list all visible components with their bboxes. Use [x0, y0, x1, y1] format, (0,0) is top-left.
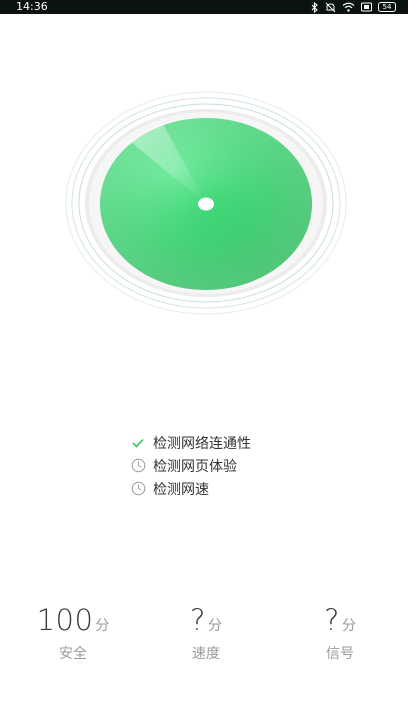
wifi-icon [342, 2, 355, 12]
check-item-speed: 检测网速 [130, 477, 330, 500]
status-icons: 54 [311, 1, 396, 13]
score-label: 安全 [59, 646, 87, 662]
check-item-web-experience: 检测网页体验 [130, 454, 330, 477]
battery-icon: 54 [378, 2, 396, 12]
radar-graphic [65, 91, 347, 315]
check-icon [130, 435, 146, 451]
mute-icon [325, 2, 336, 13]
check-item-connectivity: 检测网络连通性 [130, 431, 330, 454]
radar-center-dot [198, 197, 214, 211]
check-item-label: 检测网速 [153, 481, 209, 498]
status-time: 14:36 [16, 0, 48, 13]
check-list: 检测网络连通性 检测网页体验 检测网速 [130, 431, 330, 500]
screen-icon [361, 2, 372, 12]
score-value: ? [324, 603, 340, 637]
clock-icon [130, 481, 146, 497]
score-value: ? [190, 603, 206, 637]
check-item-label: 检测网络连通性 [153, 435, 251, 452]
status-bar: 14:36 54 [0, 0, 408, 14]
score-unit: 分 [207, 618, 222, 634]
battery-level: 54 [382, 3, 392, 11]
check-item-label: 检测网页体验 [153, 458, 237, 475]
clock-icon [130, 458, 146, 474]
score-unit: 分 [95, 618, 110, 634]
score-value: 100 [36, 603, 94, 637]
score-security: 100 分 安全 [13, 603, 133, 663]
score-label: 速度 [192, 646, 220, 662]
score-row: 100 分 安全 ? 分 速度 ? 分 信号 [0, 603, 408, 673]
score-unit: 分 [341, 618, 356, 634]
score-speed: ? 分 速度 [146, 603, 266, 663]
bluetooth-icon [311, 1, 319, 13]
radar-scanner [60, 86, 350, 324]
score-label: 信号 [326, 646, 354, 662]
score-signal: ? 分 信号 [280, 603, 400, 663]
